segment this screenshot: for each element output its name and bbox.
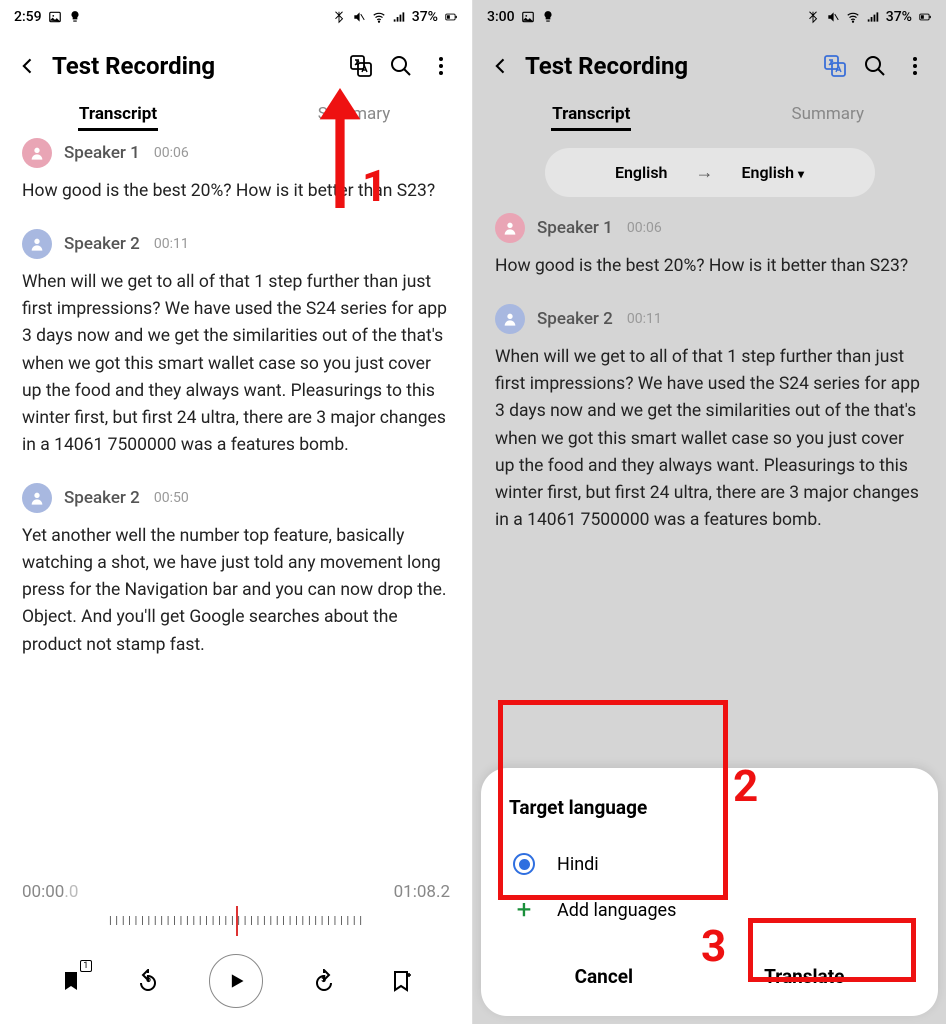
tab-summary[interactable]: Summary [236, 98, 472, 130]
cancel-button[interactable]: Cancel [555, 959, 653, 994]
battery-percent: 37% [886, 9, 912, 25]
timestamp: 00:11 [627, 311, 662, 327]
speaker-name: Speaker 2 [64, 488, 140, 508]
speaker-name: Speaker 1 [537, 218, 613, 238]
status-time: 3:00 [487, 9, 515, 25]
page-title: Test Recording [525, 52, 808, 80]
bulb-icon [68, 10, 82, 24]
wifi-icon [846, 10, 860, 24]
status-bar: 2:59 37% [0, 0, 472, 34]
language-label: Hindi [557, 854, 599, 875]
language-option-hindi[interactable]: Hindi [509, 841, 910, 887]
header: Test Recording [0, 34, 472, 90]
phone-right: 3:00 37% Test Recording Transcript Summa… [473, 0, 946, 1024]
timestamp: 00:50 [154, 490, 189, 506]
translate-button-sheet[interactable]: Translate [744, 959, 864, 994]
avatar [22, 483, 52, 513]
more-button[interactable] [428, 53, 454, 79]
speaker-name: Speaker 1 [64, 143, 140, 163]
battery-percent: 37% [412, 9, 438, 25]
transcript-entry: Speaker 2 00:11 When will we get to all … [22, 229, 450, 459]
add-languages-label: Add languages [557, 900, 676, 921]
battery-icon [444, 10, 458, 24]
status-bar: 3:00 37% [473, 0, 946, 34]
avatar [22, 229, 52, 259]
wifi-icon [372, 10, 386, 24]
entry-text: Yet another well the number top feature,… [22, 523, 450, 659]
lang-from: English [615, 163, 668, 182]
chevron-down-icon: ▾ [798, 167, 804, 181]
tabs: Transcript Summary [473, 90, 946, 138]
player: 00:00.0 01:08.2 ||||||||||||||||||||||||… [0, 872, 472, 1024]
entry-text: How good is the best 20%? How is it bett… [22, 178, 450, 205]
add-languages-row[interactable]: + Add languages [509, 887, 910, 933]
picture-icon [48, 10, 62, 24]
back-icon[interactable] [491, 56, 511, 76]
entry-text: How good is the best 20%? How is it bett… [495, 253, 924, 280]
radio-selected-icon [513, 853, 535, 875]
bluetooth-icon [332, 10, 346, 24]
forward-button[interactable]: 5 [307, 964, 341, 998]
timestamp: 00:06 [627, 220, 662, 236]
signal-icon [392, 10, 406, 24]
search-button[interactable] [862, 53, 888, 79]
signal-icon [866, 10, 880, 24]
arrow-icon: → [695, 162, 713, 183]
search-button[interactable] [388, 53, 414, 79]
speaker-name: Speaker 2 [537, 309, 613, 329]
bookmark-button[interactable]: 1 [54, 964, 88, 998]
phone-left: 2:59 37% Test Recording Transcript Summa… [0, 0, 473, 1024]
battery-icon [918, 10, 932, 24]
timestamp: 00:06 [154, 145, 189, 161]
back-icon[interactable] [18, 56, 38, 76]
entry-text: When will we get to all of that 1 step f… [22, 269, 450, 459]
lang-to: English▾ [741, 163, 804, 182]
translate-button[interactable] [822, 53, 848, 79]
waveform[interactable]: |||||||||||||||||||||||||||||||||||||||| [22, 906, 450, 936]
plus-icon: + [513, 899, 535, 921]
entry-text: When will we get to all of that 1 step f… [495, 344, 924, 534]
timestamp: 00:11 [154, 236, 189, 252]
transcript-entry: Speaker 1 00:06 How good is the best 20%… [495, 213, 924, 280]
transcript-list: Speaker 1 00:06 How good is the best 20%… [0, 138, 472, 872]
tabs: Transcript Summary [0, 90, 472, 138]
translate-button[interactable] [348, 53, 374, 79]
header: Test Recording [473, 34, 946, 90]
transcript-entry: Speaker 1 00:06 How good is the best 20%… [22, 138, 450, 205]
page-title: Test Recording [52, 52, 334, 80]
tab-summary[interactable]: Summary [710, 98, 946, 130]
speaker-name: Speaker 2 [64, 234, 140, 254]
bulb-icon [541, 10, 555, 24]
picture-icon [521, 10, 535, 24]
avatar [495, 304, 525, 334]
language-selector[interactable]: English → English▾ [545, 148, 875, 197]
tab-transcript[interactable]: Transcript [473, 98, 710, 130]
more-button[interactable] [902, 53, 928, 79]
status-time: 2:59 [14, 9, 42, 25]
transcript-entry: Speaker 2 00:11 When will we get to all … [495, 304, 924, 534]
play-button[interactable] [209, 954, 263, 1008]
bluetooth-icon [806, 10, 820, 24]
transcript-entry: Speaker 2 00:50 Yet another well the num… [22, 483, 450, 659]
avatar [22, 138, 52, 168]
total-time: 01:08.2 [394, 882, 450, 902]
tab-transcript[interactable]: Transcript [0, 98, 236, 130]
playhead-marker [236, 906, 238, 936]
bookmark-count: 1 [80, 960, 92, 972]
rewind-button[interactable]: 5 [131, 964, 165, 998]
current-time: 00:00.0 [22, 882, 78, 902]
target-language-sheet: Target language Hindi + Add languages Ca… [481, 768, 938, 1016]
avatar [495, 213, 525, 243]
sheet-title: Target language [509, 796, 910, 819]
mute-icon [826, 10, 840, 24]
mute-icon [352, 10, 366, 24]
bookmark-add-button[interactable] [384, 964, 418, 998]
